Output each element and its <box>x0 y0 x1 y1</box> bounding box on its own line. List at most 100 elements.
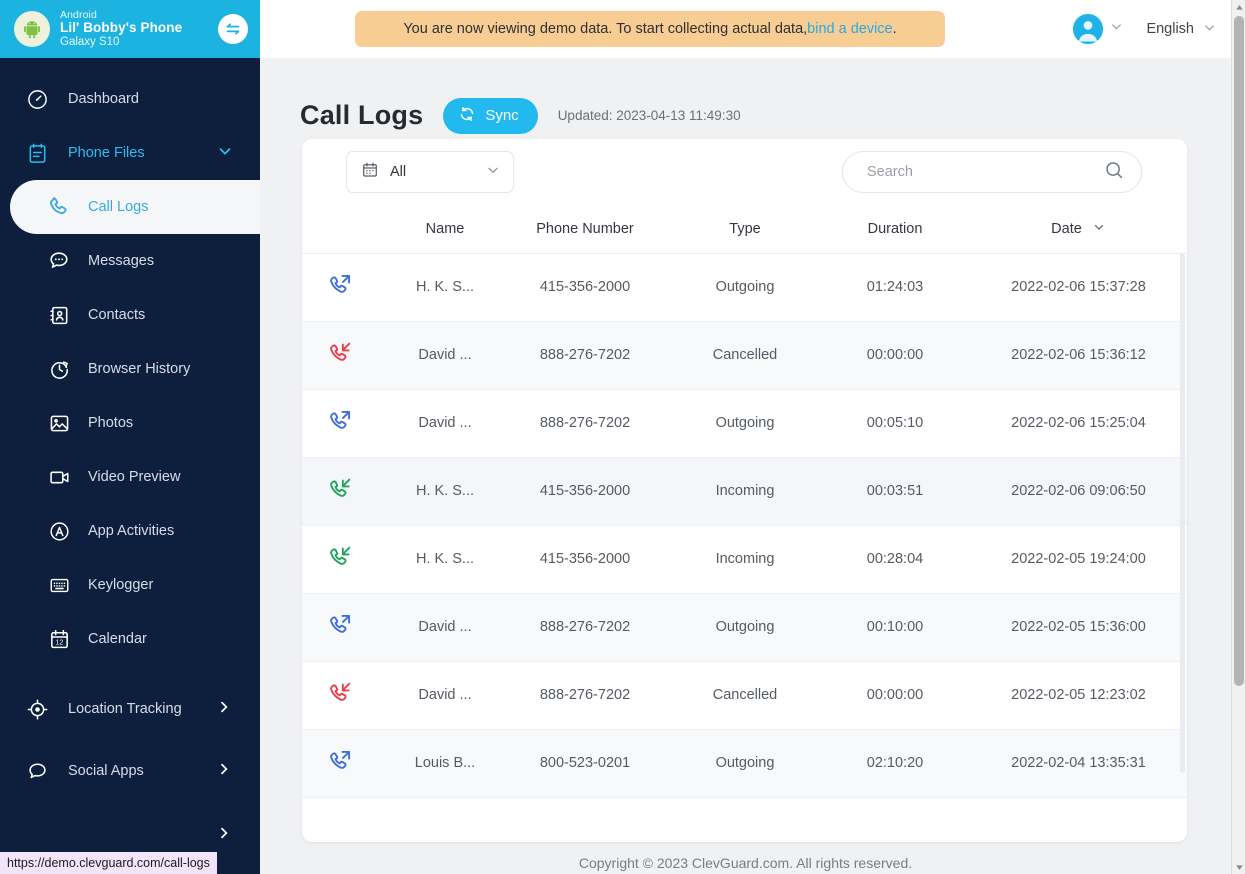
cell-name: H. K. S... <box>390 457 500 526</box>
date-filter-value: All <box>390 164 407 180</box>
chevron-down-icon[interactable] <box>1109 19 1124 39</box>
contact-card-icon <box>46 302 72 328</box>
col-header-duration: Duration <box>820 205 970 254</box>
table-row[interactable]: David ... 888-276-7202 Cancelled 00:00:00 20… <box>302 661 1187 730</box>
table-scroll-region[interactable]: Name Phone Number Type Duration Date H. … <box>302 205 1187 842</box>
cell-phone: 415-356-2000 <box>500 457 670 526</box>
chevron-right-icon[interactable] <box>216 699 232 719</box>
cell-type: Incoming <box>670 457 820 526</box>
chevron-down-icon[interactable] <box>485 162 501 183</box>
bind-a-device-link[interactable]: bind a device <box>807 21 892 37</box>
sidebar-item-dashboard[interactable]: Dashboard <box>0 72 260 126</box>
scroll-down-arrow-icon[interactable] <box>1232 860 1245 874</box>
switch-device-icon[interactable] <box>218 14 248 44</box>
chevron-down-icon[interactable] <box>1202 20 1217 39</box>
sidebar-item-photos[interactable]: Photos <box>0 396 260 450</box>
search-input[interactable] <box>865 163 1103 181</box>
cell-duration: 01:24:03 <box>820 253 970 322</box>
status-bar-url: https://demo.clevguard.com/call-logs <box>0 852 217 874</box>
android-robot-icon <box>14 11 50 47</box>
image-photo-icon <box>46 410 72 436</box>
top-header: You are now viewing demo data. To start … <box>260 0 1231 58</box>
cell-duration: 00:05:10 <box>820 389 970 458</box>
table-row[interactable]: David ... 888-276-7202 Cancelled 00:00:00 20… <box>302 321 1187 390</box>
demo-banner-text: You are now viewing demo data. To start … <box>403 21 808 37</box>
chevron-right-icon[interactable] <box>216 825 232 845</box>
table-row[interactable]: H. K. S... 415-356-2000 Incoming 00:28:04 20… <box>302 525 1187 594</box>
cell-date: 2022-02-06 09:06:50 <box>970 457 1187 526</box>
clock-history-icon <box>46 356 72 382</box>
video-camera-icon <box>46 464 72 490</box>
svg-text:12: 12 <box>55 639 63 646</box>
call-cancelled-icon <box>302 661 390 730</box>
sidebar-item-phone-files[interactable]: Phone Files <box>0 126 260 180</box>
sidebar-item-browser-history[interactable]: Browser History <box>0 342 260 396</box>
col-header-name: Name <box>390 205 500 254</box>
chat-bubble-dots-icon <box>46 248 72 274</box>
call-incoming-icon <box>302 525 390 594</box>
page-title-row: Call Logs Sync Updated: 2023-04-13 11:49… <box>260 58 1231 149</box>
cell-type: Outgoing <box>670 389 820 458</box>
sidebar-item-messages[interactable]: Messages <box>0 234 260 288</box>
sidebar-item-contacts[interactable]: Contacts <box>0 288 260 342</box>
call-incoming-icon <box>302 457 390 526</box>
table-row[interactable]: H. K. S... 415-356-2000 Incoming 00:03:51 20… <box>302 457 1187 526</box>
device-model: Galaxy S10 <box>60 35 120 48</box>
table-row[interactable]: David ... 888-276-7202 Outgoing 00:05:10 202… <box>302 389 1187 458</box>
col-header-date-label: Date <box>1051 220 1082 237</box>
location-target-icon <box>24 696 50 722</box>
sidebar-item-calendar[interactable]: 12 Calendar <box>0 612 260 666</box>
user-menu[interactable] <box>1073 14 1124 44</box>
cell-name: David ... <box>390 321 500 390</box>
cell-phone: 888-276-7202 <box>500 321 670 390</box>
table-row[interactable]: David ... 888-276-7202 Outgoing 00:10:00 202… <box>302 593 1187 662</box>
app-root: Android Lil' Bobby's Phone Galaxy S10 Da… <box>0 0 1245 874</box>
col-header-date[interactable]: Date <box>970 205 1187 254</box>
table-row[interactable]: H. K. S... 415-356-2000 Outgoing 01:24:03 20… <box>302 253 1187 322</box>
keyboard-icon <box>46 572 72 598</box>
cell-phone: 415-356-2000 <box>500 253 670 322</box>
cell-phone: 888-276-7202 <box>500 661 670 730</box>
sidebar-item-keylogger[interactable]: Keylogger <box>0 558 260 612</box>
page-scrollbar[interactable] <box>1231 0 1245 874</box>
sidebar-item-call-logs[interactable]: Call Logs <box>10 180 260 234</box>
cell-type: Outgoing <box>670 729 820 798</box>
sidebar-item-label: Phone Files <box>68 145 145 161</box>
sync-button[interactable]: Sync <box>443 97 538 134</box>
table-head: Name Phone Number Type Duration Date <box>302 205 1187 254</box>
language-label: English <box>1146 21 1194 37</box>
scrollbar-thumb[interactable] <box>1234 16 1244 686</box>
sidebar-item-label: Photos <box>88 415 134 431</box>
cell-date: 2022-02-05 12:23:02 <box>970 661 1187 730</box>
table-inner-scrollbar[interactable] <box>1180 253 1185 773</box>
sidebar-item-app-activities[interactable]: App Activities <box>0 504 260 558</box>
sidebar-item-social-apps[interactable]: Social Apps <box>0 744 260 798</box>
cell-duration: 00:28:04 <box>820 525 970 594</box>
table-header-row: Name Phone Number Type Duration Date <box>302 205 1187 254</box>
language-selector[interactable]: English <box>1146 20 1217 39</box>
chat-bubble-icon <box>24 758 50 784</box>
cell-name: H. K. S... <box>390 525 500 594</box>
table-body: H. K. S... 415-356-2000 Outgoing 01:24:03 20… <box>302 253 1187 798</box>
page-title: Call Logs <box>300 100 424 131</box>
chevron-right-icon[interactable] <box>216 761 232 781</box>
cell-duration: 00:00:00 <box>820 321 970 390</box>
table-row[interactable]: Louis B... 800-523-0201 Outgoing 02:10:20 20… <box>302 729 1187 798</box>
cell-type: Cancelled <box>670 321 820 390</box>
device-card[interactable]: Android Lil' Bobby's Phone Galaxy S10 <box>0 0 260 58</box>
sidebar-item-label: Messages <box>88 253 155 269</box>
card-toolbar: All <box>302 139 1187 205</box>
search-box[interactable] <box>842 151 1142 193</box>
chevron-down-icon[interactable] <box>1092 220 1106 238</box>
sidebar-item-video-preview[interactable]: Video Preview <box>0 450 260 504</box>
demo-data-banner: You are now viewing demo data. To start … <box>355 11 945 47</box>
date-filter-select[interactable]: All <box>346 151 514 193</box>
sidebar-item-location-tracking[interactable]: Location Tracking <box>0 682 260 736</box>
search-icon[interactable] <box>1103 159 1125 186</box>
app-circle-a-icon <box>46 518 72 544</box>
scroll-up-arrow-icon[interactable] <box>1232 0 1245 14</box>
chevron-down-icon[interactable] <box>216 142 234 164</box>
calendar-icon <box>361 161 379 184</box>
call-outgoing-icon <box>302 729 390 798</box>
call-logs-card: All Search Name Phone Number Type Durati… <box>302 139 1187 842</box>
